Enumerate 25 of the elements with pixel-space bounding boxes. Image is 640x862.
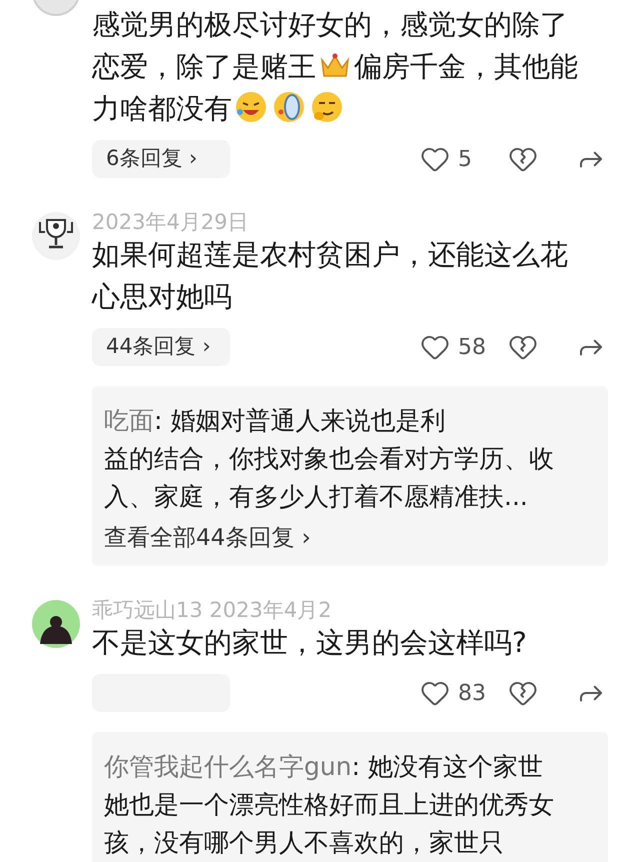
reply-text: 你管我起什么名字gun: 她没有这个家世 (104, 751, 544, 783)
reply-text: 她也是一个漂亮性格好而且上进的优秀女 (104, 789, 555, 821)
smug-emoji-icon (310, 90, 344, 124)
replies-button[interactable]: 6条回复 › (92, 140, 230, 178)
like-count: 83 (458, 680, 487, 708)
laughing-emoji-icon (234, 90, 268, 124)
like-count: 5 (458, 146, 473, 174)
comment-text: 恋爱，除了是赌王 偏房千金，其他能 (92, 47, 579, 85)
view-all-replies-link[interactable]: 查看全部44条回复 › (104, 520, 596, 556)
comment-text: 如果何超莲是农村贫困户，还能这么花 (92, 237, 569, 273)
slipper-emoji-icon (272, 90, 306, 124)
avatar[interactable] (32, 212, 80, 260)
comment-text: 心思对她吗 (92, 279, 233, 315)
comment-text: 力啥都没有 (92, 88, 608, 130)
replies-button[interactable]: 44条回复 › (92, 328, 230, 366)
reply-text: 入、家庭，有多少人打着不愿精准扶... (104, 481, 529, 513)
comment-text: 感觉男的极尽讨好女的，感觉女的除了 (92, 7, 569, 43)
comment-meta: 乖巧远山13 2023年4月2 (92, 598, 333, 622)
comment-meta: 2023年4月29日 (92, 210, 250, 234)
reply-text: 益的结合，你找对象也会看对方学历、收 (104, 443, 555, 475)
like-count: 58 (458, 334, 487, 362)
avatar[interactable] (32, 600, 80, 648)
reply-text: 孩，没有哪个男人不喜欢的，家世只 (104, 827, 505, 859)
reply-text: 吃面: 婚姻对普通人来说也是利 (104, 405, 446, 437)
comment-text: 不是这女的家世，这男的会这样吗? (92, 625, 528, 661)
